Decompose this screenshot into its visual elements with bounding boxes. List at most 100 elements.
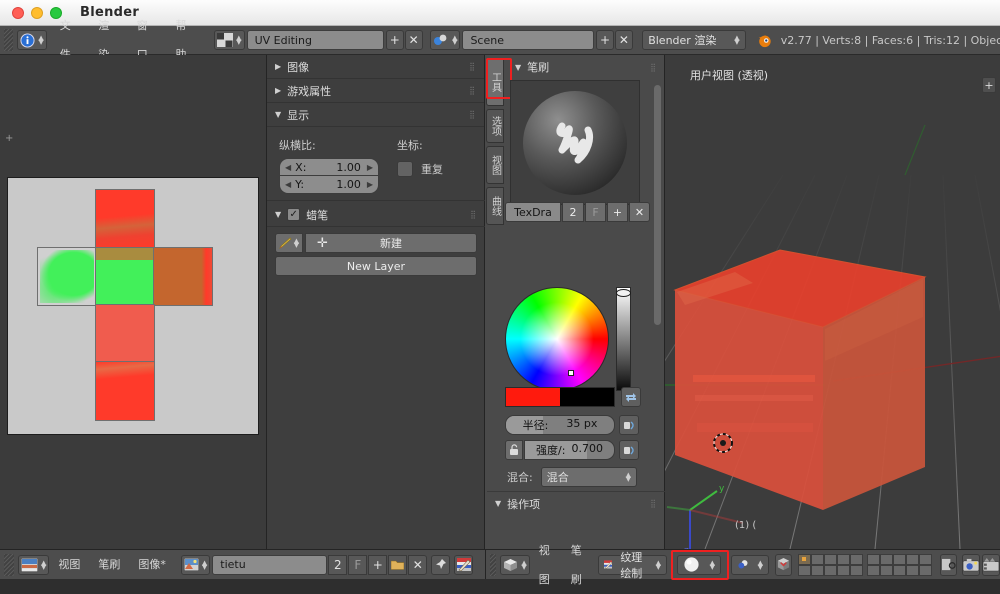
uv-menu-brush[interactable]: 笔刷: [89, 550, 129, 579]
layer-cell[interactable]: [798, 554, 811, 565]
tool-shelf-scrollbar[interactable]: [654, 85, 661, 325]
image-name-field[interactable]: tietu: [212, 555, 327, 575]
blend-mode-dropdown[interactable]: 混合 ▲▼: [541, 467, 637, 487]
secondary-color-swatch[interactable]: [560, 388, 614, 406]
viewport-menu-brush[interactable]: 笔刷: [562, 536, 594, 594]
texture-paint-mode-button[interactable]: [454, 555, 473, 575]
swap-colors-button[interactable]: [621, 387, 641, 407]
primary-color-swatch[interactable]: [506, 388, 560, 406]
uv-image-canvas[interactable]: [7, 177, 259, 435]
panel-header-brush[interactable]: ▼ 笔刷 ⣿: [507, 55, 665, 79]
new-grease-pencil-button[interactable]: ✛ 新建: [305, 233, 477, 253]
3d-editor-type-selector[interactable]: ▲▼: [500, 555, 529, 575]
chevron-right-icon[interactable]: ▶: [367, 163, 373, 172]
uv-properties-region[interactable]: ▶ 图像 ⣿ ▶ 游戏属性 ⣿ ▼ 显示 ⣿ 纵横比: ◀ X: 1.00 ▶ …: [267, 55, 485, 549]
screen-layout-name-field[interactable]: UV Editing: [247, 30, 384, 50]
brush-remove-button[interactable]: ✕: [629, 202, 650, 222]
color-swatch-pair[interactable]: [505, 387, 615, 407]
layer-cell[interactable]: [893, 554, 906, 565]
image-fake-user-button[interactable]: F: [348, 555, 367, 575]
layer-group-1[interactable]: [798, 554, 863, 576]
viewport-expand-panel-button[interactable]: +: [982, 77, 996, 93]
scene-selector[interactable]: ▲▼: [430, 30, 460, 50]
panel-header-grease-pencil[interactable]: ▼ ✓ 蜡笔 ⣿: [267, 203, 485, 227]
uv-image-editor-region[interactable]: +: [0, 55, 267, 549]
layer-cell[interactable]: [906, 554, 919, 565]
delete-screen-layout-button[interactable]: ✕: [405, 30, 423, 50]
color-wheel[interactable]: [505, 287, 609, 391]
editor-type-info-button[interactable]: ▲▼: [17, 30, 46, 50]
uv-menu-image[interactable]: 图像*: [129, 550, 175, 579]
image-open-button[interactable]: [388, 555, 407, 575]
minimize-button[interactable]: [31, 7, 43, 19]
panel-header-image[interactable]: ▶ 图像 ⣿: [267, 55, 484, 79]
layer-cell[interactable]: [837, 554, 850, 565]
3d-viewport[interactable]: y z 用户视图 (透视) + (1) (: [665, 55, 1000, 549]
layer-cell[interactable]: [824, 554, 837, 565]
radius-animate-button[interactable]: [619, 415, 639, 435]
strength-lock-button[interactable]: [505, 440, 523, 460]
strength-animate-button[interactable]: [619, 440, 639, 460]
scene-layers[interactable]: [798, 554, 932, 576]
tab-curve[interactable]: 曲线: [486, 187, 504, 225]
repeat-toggle[interactable]: [397, 161, 413, 177]
color-value-slider[interactable]: [616, 287, 631, 391]
layer-cell[interactable]: [893, 565, 906, 576]
uv-editor-type-selector[interactable]: ▲▼: [18, 555, 49, 575]
add-scene-button[interactable]: +: [596, 30, 614, 50]
uv-menu-view[interactable]: 视图: [49, 550, 89, 579]
layer-cell[interactable]: [850, 565, 863, 576]
aspect-x-field[interactable]: ◀ X: 1.00 ▶: [279, 158, 379, 176]
pivot-point-dropdown[interactable]: ▲▼: [731, 555, 769, 575]
scene-name-field[interactable]: Scene: [462, 30, 594, 50]
value-slider-knob[interactable]: [616, 289, 631, 297]
panel-header-operator[interactable]: ▼ 操作项 ⣿: [487, 491, 665, 515]
proportional-edit-button[interactable]: [940, 554, 957, 576]
layer-cell[interactable]: [867, 554, 880, 565]
aspect-y-field[interactable]: ◀ Y: 1.00 ▶: [279, 176, 379, 194]
brush-fake-user-button[interactable]: F: [585, 202, 606, 222]
brush-add-button[interactable]: +: [607, 202, 628, 222]
layer-cell[interactable]: [919, 565, 932, 576]
viewport-menu-view[interactable]: 视图: [530, 536, 562, 594]
tab-tool[interactable]: 工具: [486, 58, 504, 106]
color-wheel-cursor[interactable]: [568, 370, 574, 376]
add-screen-layout-button[interactable]: +: [386, 30, 404, 50]
tab-view[interactable]: 视图: [486, 146, 504, 184]
brush-radius-slider[interactable]: 半径: 35 px: [505, 415, 615, 435]
grease-pencil-datablock-selector[interactable]: ▲▼: [275, 233, 303, 253]
interaction-mode-dropdown[interactable]: 纹理绘制 ▲▼: [598, 555, 667, 575]
layer-cell[interactable]: [824, 565, 837, 576]
layer-group-2[interactable]: [867, 554, 932, 576]
image-users-count[interactable]: 2: [328, 555, 347, 575]
pin-image-button[interactable]: [431, 555, 450, 575]
layer-cell[interactable]: [811, 565, 824, 576]
delete-scene-button[interactable]: ✕: [615, 30, 633, 50]
brush-strength-slider[interactable]: 强度/: 0.700: [524, 440, 615, 460]
render-animation-button[interactable]: [982, 554, 1000, 576]
layer-cell[interactable]: [798, 565, 811, 576]
layer-cell[interactable]: [906, 565, 919, 576]
brush-users-count[interactable]: 2: [562, 202, 584, 222]
tab-options[interactable]: 选项: [486, 109, 504, 143]
grease-pencil-checkbox[interactable]: ✓: [287, 208, 300, 221]
chevron-left-icon[interactable]: ◀: [285, 180, 291, 189]
render-image-button[interactable]: [962, 554, 980, 576]
layer-cell[interactable]: [867, 565, 880, 576]
3d-viewport-region[interactable]: y z 用户视图 (透视) + (1) (: [665, 55, 1000, 549]
image-add-button[interactable]: +: [368, 555, 387, 575]
tool-shelf-region[interactable]: 工具 选项 视图 曲线 ▼ 笔刷 ⣿ TexDra 2 F + ✕: [485, 55, 665, 549]
tool-shelf-tabs[interactable]: 工具 选项 视图 曲线: [485, 55, 505, 549]
close-button[interactable]: [12, 7, 24, 19]
new-layer-button[interactable]: New Layer: [275, 256, 477, 276]
snap-toggle-button[interactable]: [775, 554, 792, 576]
chevron-left-icon[interactable]: ◀: [285, 163, 291, 172]
panel-header-game-properties[interactable]: ▶ 游戏属性 ⣿: [267, 79, 484, 103]
layer-cell[interactable]: [850, 554, 863, 565]
image-remove-button[interactable]: ✕: [408, 555, 427, 575]
panel-header-display[interactable]: ▼ 显示 ⣿: [267, 103, 484, 127]
screen-layout-selector[interactable]: ▲▼: [214, 30, 244, 50]
layer-cell[interactable]: [837, 565, 850, 576]
layer-cell[interactable]: [880, 554, 893, 565]
image-datablock-selector[interactable]: ▲▼: [181, 555, 210, 575]
